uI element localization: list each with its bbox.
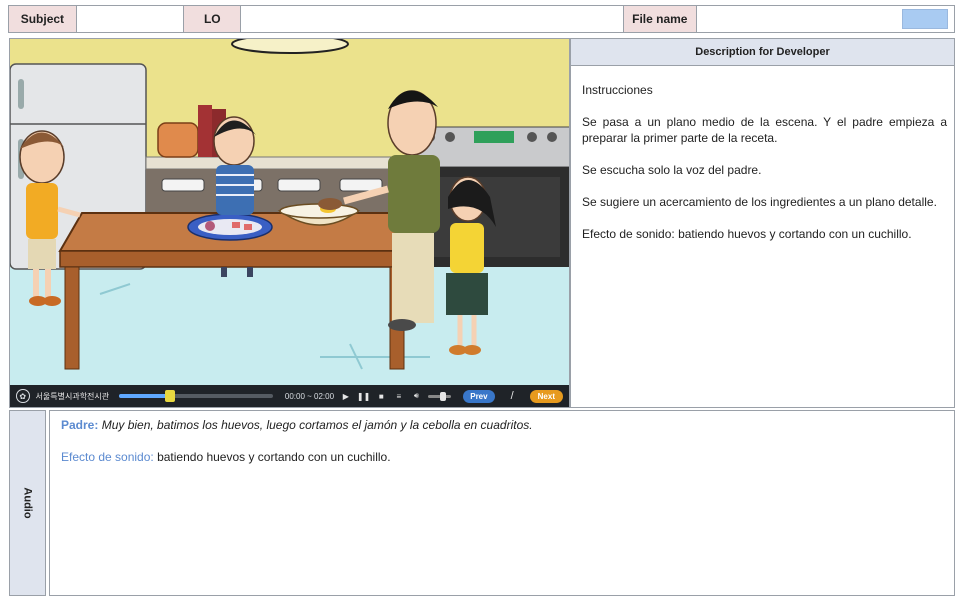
kitchen-scene-illustration: [10, 39, 569, 387]
dialogue-text: Muy bien, batimos los huevos, luego cort…: [98, 418, 533, 432]
description-paragraph: Efecto de sonido: batiendo huevos y cort…: [582, 227, 912, 241]
player-brand: 서울특별시과학전시관: [35, 391, 110, 401]
description-paragraph: Se escucha solo la voz del padre.: [582, 163, 762, 177]
speaker-name: Padre:: [61, 418, 99, 432]
seek-bar[interactable]: [119, 390, 273, 402]
color-swatch: [902, 9, 948, 29]
sound-effect-text: batiendo huevos y cortando con un cuchil…: [153, 450, 391, 464]
pause-icon[interactable]: ❚❚: [357, 390, 370, 402]
description-body: Instrucciones Se pasa a un plano medio d…: [571, 66, 954, 242]
audio-tab: Audio: [9, 410, 46, 596]
sound-effect-label: Efecto de sonido:: [61, 450, 154, 464]
menu-icon[interactable]: ≡: [393, 390, 405, 402]
header-bar: Subject LO File name: [8, 5, 955, 33]
seek-bar-handle[interactable]: [165, 390, 176, 402]
prev-button[interactable]: Prev: [463, 389, 495, 403]
next-button[interactable]: Next: [529, 389, 563, 403]
developer-description-panel: Description for Developer Instrucciones …: [570, 38, 955, 408]
nav-separator: /: [510, 390, 514, 402]
stop-icon[interactable]: ■: [376, 390, 388, 402]
description-paragraph: Instrucciones: [582, 83, 653, 97]
description-paragraph: Se pasa a un plano medio de la escena. Y…: [582, 115, 947, 145]
seek-bar-fill: [119, 394, 171, 398]
sound-effect-line: Efecto de sonido: batiendo huevos y cort…: [61, 449, 943, 465]
subject-label: Subject: [9, 6, 77, 32]
description-heading: Description for Developer: [571, 39, 954, 66]
playback-time: 00:00 ~ 02:00: [284, 391, 335, 401]
header-swatch-cell: [896, 6, 954, 32]
volume-icon[interactable]: 🔊︎: [411, 390, 423, 402]
dialogue-line: Padre: Muy bien, batimos los huevos, lue…: [61, 417, 943, 433]
volume-slider-handle[interactable]: [440, 391, 447, 401]
lo-value[interactable]: [241, 6, 624, 32]
lo-label: LO: [184, 6, 242, 32]
audio-script-panel: Padre: Muy bien, batimos los huevos, lue…: [49, 410, 955, 596]
filename-label: File name: [623, 6, 697, 32]
filename-value[interactable]: [696, 6, 896, 32]
media-player-bar: ✿ 서울특별시과학전시관 00:00 ~ 02:00 ▶ ❚❚ ■ ≡ 🔊︎ P…: [10, 385, 569, 407]
play-icon[interactable]: ▶: [340, 390, 352, 402]
description-paragraph: Se sugiere un acercamiento de los ingred…: [582, 195, 937, 209]
volume-slider[interactable]: [428, 391, 452, 401]
scene-frame: ✿ 서울특별시과학전시관 00:00 ~ 02:00 ▶ ❚❚ ■ ≡ 🔊︎ P…: [9, 38, 570, 408]
subject-value[interactable]: [76, 6, 185, 32]
museum-logo-icon: ✿: [16, 389, 30, 403]
audio-tab-label: Audio: [21, 487, 34, 519]
